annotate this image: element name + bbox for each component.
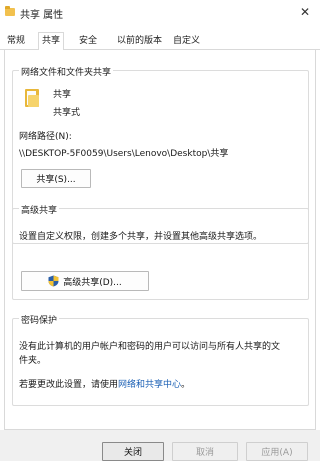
- advanced-sharing-button[interactable]: 高级共享(D)...: [21, 271, 149, 291]
- close-dialog-button[interactable]: 关闭: [102, 442, 164, 461]
- folder-icon: [5, 6, 15, 16]
- window-title: 共享 属性: [20, 10, 64, 21]
- share-button[interactable]: 共享(S)...: [21, 169, 91, 188]
- password-description-line2: 件夹。: [19, 356, 47, 366]
- advanced-sharing-description: 设置自定义权限，创建多个共享，并设置其他高级共享选项。: [19, 232, 263, 242]
- apply-button[interactable]: 应用(A): [246, 442, 308, 461]
- shared-folder-icon: [25, 89, 39, 107]
- tab-sharing[interactable]: 共享: [38, 32, 65, 51]
- password-change-suffix: 。: [181, 380, 191, 390]
- password-change-prefix: 若要更改此设置，请使用: [19, 380, 119, 390]
- folder-name: 共享: [53, 90, 72, 100]
- tab-panel: 网络文件和文件夹共享 共享 共享式 网络路径(N): \\DESKTOP-5F0…: [4, 50, 316, 430]
- network-sharing-center-link[interactable]: 网络和共享中心: [118, 380, 181, 390]
- tab-security[interactable]: 安全: [76, 34, 100, 50]
- advanced-sharing-group: 高级共享 设置自定义权限，创建多个共享，并设置其他高级共享选项。 高级共享(D)…: [12, 203, 309, 300]
- tab-general[interactable]: 常规: [4, 34, 28, 50]
- cancel-button[interactable]: 取消: [172, 442, 238, 461]
- close-button[interactable]: ✕: [292, 2, 318, 22]
- title-bar: 共享 属性 ✕: [0, 0, 320, 26]
- password-protection-group: 密码保护 没有此计算机的用户帐户和密码的用户可以访问与所有人共享的文 件夹。 若…: [12, 313, 309, 406]
- tab-strip: 常规 共享 安全 以前的版本 自定义: [0, 32, 320, 51]
- network-path-label: 网络路径(N):: [19, 132, 72, 142]
- password-change-text: 若要更改此设置，请使用网络和共享中心。: [19, 377, 190, 390]
- password-protection-heading: 密码保护: [19, 313, 60, 326]
- network-path-value: \\DESKTOP-5F0059\Users\Lenovo\Desktop\共享: [19, 149, 229, 159]
- network-sharing-heading: 网络文件和文件夹共享: [19, 65, 114, 78]
- advanced-sharing-button-label: 高级共享(D)...: [63, 277, 122, 288]
- tab-customize[interactable]: 自定义: [170, 34, 203, 50]
- folder-share-status: 共享式: [53, 108, 81, 118]
- uac-shield-icon: [48, 275, 59, 287]
- advanced-sharing-heading: 高级共享: [19, 203, 60, 216]
- tab-previous-versions[interactable]: 以前的版本: [114, 34, 165, 50]
- password-description-line1: 没有此计算机的用户帐户和密码的用户可以访问与所有人共享的文: [19, 342, 281, 352]
